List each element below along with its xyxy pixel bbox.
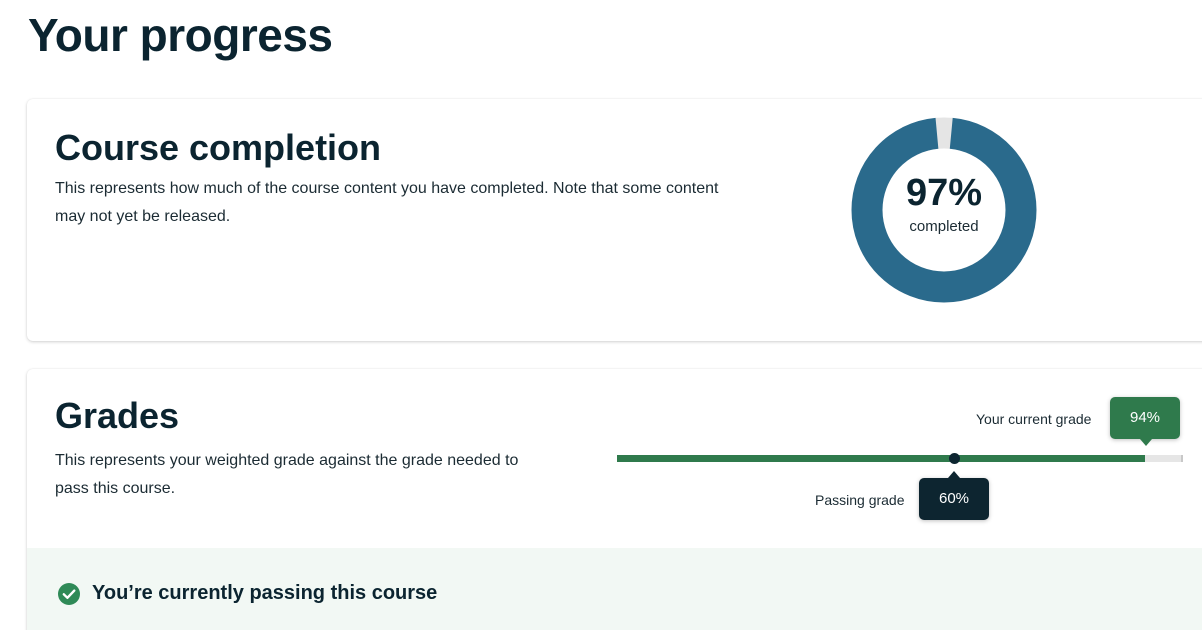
- course-completion-card: Course completion This represents how mu…: [27, 99, 1202, 341]
- passing-grade-marker: [949, 453, 961, 464]
- progress-page: Your progress Course completion This rep…: [0, 0, 1202, 630]
- course-completion-description: This represents how much of the course c…: [55, 180, 719, 225]
- completion-percent: 97%: [905, 172, 983, 214]
- grades-title: Grades: [55, 395, 180, 436]
- grades-description: This represents your weighted grade agai…: [55, 452, 519, 497]
- check-circle-icon: [57, 582, 81, 606]
- current-grade-label: Your current grade: [976, 411, 1092, 427]
- passing-grade-label: Passing grade: [815, 492, 905, 508]
- current-grade-fill: [617, 455, 1146, 462]
- completion-caption: completed: [909, 218, 979, 235]
- passing-status-text: You’re currently passing this course: [92, 582, 438, 604]
- passing-status-banner: You’re currently passing this course: [27, 548, 1202, 630]
- grade-progress-bar: [617, 453, 1183, 464]
- grades-card: Grades This represents your weighted gra…: [27, 369, 1202, 630]
- course-completion-title: Course completion: [55, 127, 382, 168]
- page-title: Your progress: [28, 9, 333, 61]
- passing-grade-tooltip: 60%: [919, 471, 989, 520]
- current-grade-tooltip: 94%: [1110, 397, 1180, 446]
- completion-donut-chart: 97% completed: [850, 116, 1038, 304]
